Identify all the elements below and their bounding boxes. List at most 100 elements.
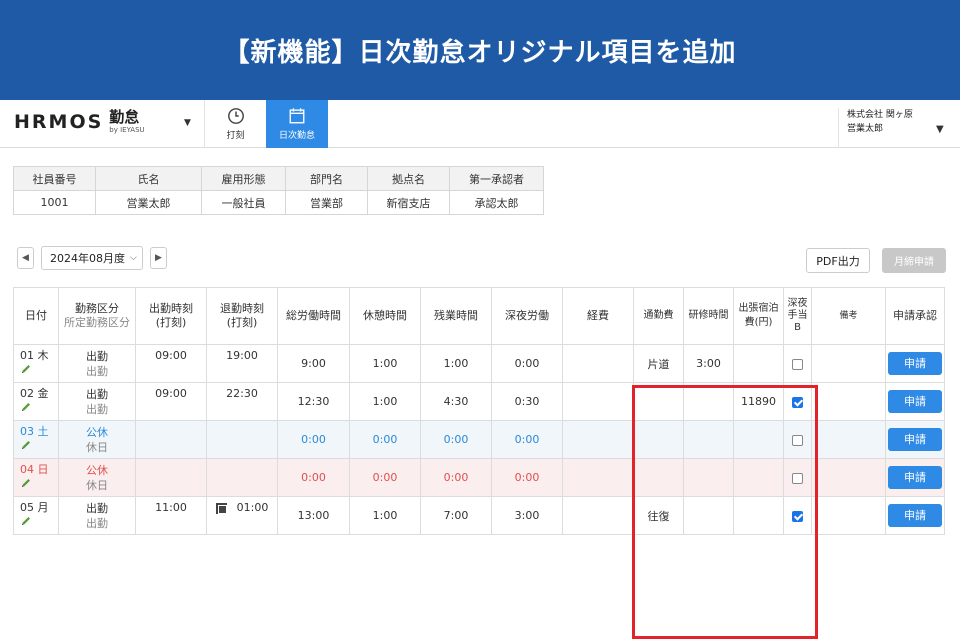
col-rest: 休憩時間 (349, 287, 421, 345)
col-scheduled-category-label: 所定勤務区分 (64, 316, 130, 329)
pencil-icon[interactable] (20, 363, 32, 375)
apply-button[interactable]: 申請 (888, 390, 942, 413)
night-work-cell: 0:00 (491, 458, 563, 497)
overtime-cell: 0:00 (420, 420, 492, 459)
col-work-category-label: 勤務区分 (75, 302, 119, 315)
late-allowance-checkbox[interactable] (792, 358, 803, 370)
col-note: 備考 (811, 287, 886, 345)
table-row: 03 土公休 休日 0:00 0:00 0:00 0:00 申請 (13, 420, 945, 459)
overtime-cell: 4:30 (420, 382, 492, 421)
clock-icon (227, 108, 244, 124)
day-of-week: 月 (37, 501, 49, 514)
expense-cell (562, 344, 634, 383)
pdf-export-button[interactable]: PDF出力 (806, 248, 870, 273)
col-clock-out-sub: (打刻) (226, 316, 258, 329)
tab-daily-attendance[interactable]: 日次勤怠 (266, 100, 328, 148)
employee-header: 拠点名 (367, 166, 450, 191)
total-work-cell: 0:00 (277, 420, 350, 459)
pencil-icon[interactable] (20, 401, 32, 413)
work-category: 公休 (86, 425, 108, 439)
total-work-cell: 13:00 (277, 496, 350, 535)
tab-punch[interactable]: 打刻 (204, 100, 266, 148)
approval-cell: 申請 (885, 496, 945, 535)
night-work-cell: 0:30 (491, 382, 563, 421)
overtime-cell: 7:00 (420, 496, 492, 535)
clock-in-cell: 09:00 (135, 344, 207, 383)
table-row: 01 木出勤 出勤 09:00 19:00 9:00 1:00 1:00 0:00 片道 3:00… (13, 344, 945, 383)
apply-button[interactable]: 申請 (888, 352, 942, 375)
employee-header: 部門名 (285, 166, 368, 191)
col-work-category: 勤務区分 所定勤務区分 (58, 287, 136, 345)
col-late-label-2: 手当 (787, 310, 808, 321)
late-allowance-checkbox[interactable] (792, 510, 803, 522)
logo-kintai-text: 勤怠 (109, 108, 140, 126)
employee-header: 第一承認者 (449, 166, 544, 191)
note-cell (811, 496, 886, 535)
col-clock-out: 退勤時刻 (打刻) (206, 287, 278, 345)
hrmos-logo[interactable]: HRMOS 勤怠 by IEYASU (14, 110, 145, 134)
tab-daily-attendance-label: 日次勤怠 (278, 131, 315, 141)
col-trip-lodging-label: 出張宿泊 (738, 303, 779, 314)
employee-header: 氏名 (95, 166, 202, 191)
night-work-cell: 0:00 (491, 344, 563, 383)
employee-value: 新宿支店 (367, 190, 450, 215)
late-allowance-checkbox[interactable] (792, 396, 803, 408)
expense-cell (562, 382, 634, 421)
commute-cell (633, 382, 684, 421)
apply-button[interactable]: 申請 (888, 504, 942, 527)
month-selector-bar: ◀ 2024年08月度 ⌵ ▶ (17, 246, 167, 270)
day-number: 02 (20, 387, 34, 400)
late-allowance-checkbox[interactable] (792, 472, 803, 484)
late-allowance-checkbox[interactable] (792, 434, 803, 446)
day-of-week: 木 (37, 349, 49, 362)
col-training: 研修時間 (683, 287, 734, 345)
approval-cell: 申請 (885, 420, 945, 459)
expense-cell (562, 458, 634, 497)
pencil-icon[interactable] (20, 439, 32, 451)
training-cell: 3:00 (683, 344, 734, 383)
clock-in-cell: 11:00 (135, 496, 207, 535)
rest-cell: 1:00 (349, 496, 421, 535)
apply-button[interactable]: 申請 (888, 428, 942, 451)
stamp-mark-icon (215, 502, 227, 514)
trip-lodging-cell: 11890 (733, 382, 784, 421)
app-window: HRMOS 勤怠 by IEYASU ▼ 打刻 日次勤怠 株式会社 関ヶ原 営業… (0, 100, 960, 639)
monthly-close-request-button[interactable]: 月締申請 (882, 248, 946, 273)
col-approval: 申請承認 (885, 287, 945, 345)
user-menu-caret-icon[interactable]: ▼ (936, 124, 944, 135)
scheduled-category: 休日 (86, 440, 108, 454)
work-category-cell: 公休 休日 (58, 420, 136, 459)
late-allowance-cell (783, 382, 812, 421)
col-date: 日付 (13, 287, 59, 345)
day-of-week: 土 (37, 425, 49, 438)
col-clock-in-sub: (打刻) (155, 316, 187, 329)
next-month-button[interactable]: ▶ (150, 247, 167, 269)
night-work-cell: 0:00 (491, 420, 563, 459)
month-select-value: 2024年08月度 (50, 252, 125, 265)
employee-header: 雇用形態 (201, 166, 286, 191)
clock-in-cell (135, 420, 207, 459)
work-category: 出勤 (86, 349, 108, 363)
day-of-week: 金 (37, 387, 49, 400)
pencil-icon[interactable] (20, 477, 32, 489)
training-cell (683, 496, 734, 535)
col-trip-lodging-sub: 費(円) (744, 317, 773, 328)
apply-button[interactable]: 申請 (888, 466, 942, 489)
prev-month-button[interactable]: ◀ (17, 247, 34, 269)
trip-lodging-cell (733, 420, 784, 459)
night-work-cell: 3:00 (491, 496, 563, 535)
total-work-cell: 12:30 (277, 382, 350, 421)
work-category-cell: 公休 休日 (58, 458, 136, 497)
note-cell (811, 344, 886, 383)
chevron-right-icon: ▶ (155, 253, 162, 263)
day-number: 05 (20, 501, 34, 514)
employee-value: 一般社員 (201, 190, 286, 215)
total-work-cell: 9:00 (277, 344, 350, 383)
month-select[interactable]: 2024年08月度 ⌵ (41, 246, 143, 270)
pencil-icon[interactable] (20, 515, 32, 527)
approval-cell: 申請 (885, 344, 945, 383)
work-category: 出勤 (86, 387, 108, 401)
product-switch-caret-icon[interactable]: ▼ (184, 118, 191, 128)
note-cell (811, 420, 886, 459)
table-row: 02 金出勤 出勤 09:00 22:30 12:30 1:00 4:30 0:30 11890… (13, 382, 945, 421)
